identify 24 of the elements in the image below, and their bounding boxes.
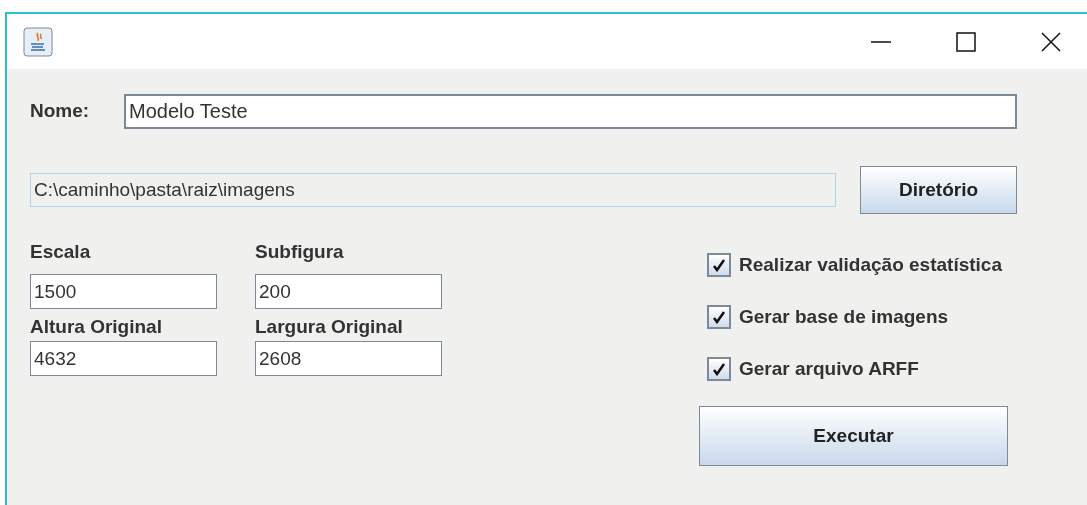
checkbox[interactable] bbox=[707, 253, 731, 277]
checkbox-label: Realizar validação estatística bbox=[739, 252, 1002, 277]
field-label: Largura Original bbox=[255, 315, 404, 339]
field-label: Subfigura bbox=[255, 240, 345, 264]
directory-button[interactable]: Diretório bbox=[860, 166, 1017, 214]
maximize-icon[interactable] bbox=[956, 31, 976, 52]
name-label: Nome: bbox=[30, 99, 91, 124]
app-icon bbox=[23, 26, 53, 57]
check-icon bbox=[712, 258, 726, 272]
field-label: Escala bbox=[30, 240, 92, 264]
name-field[interactable]: Modelo Teste bbox=[124, 94, 1017, 129]
checkbox-label: Gerar arquivo ARFF bbox=[739, 356, 919, 381]
number-field[interactable]: 4632 bbox=[30, 341, 217, 376]
checkbox-label: Gerar base de imagens bbox=[739, 304, 949, 329]
checkbox[interactable] bbox=[707, 305, 731, 329]
close-icon[interactable] bbox=[1041, 31, 1061, 52]
run-button[interactable]: Executar bbox=[699, 406, 1008, 466]
check-icon bbox=[712, 362, 726, 376]
number-field[interactable]: 1500 bbox=[30, 274, 217, 309]
number-field[interactable]: 200 bbox=[255, 274, 442, 309]
checkbox[interactable] bbox=[707, 357, 731, 381]
check-icon bbox=[712, 310, 726, 324]
number-field[interactable]: 2608 bbox=[255, 341, 442, 376]
field-label: Altura Original bbox=[30, 315, 163, 339]
